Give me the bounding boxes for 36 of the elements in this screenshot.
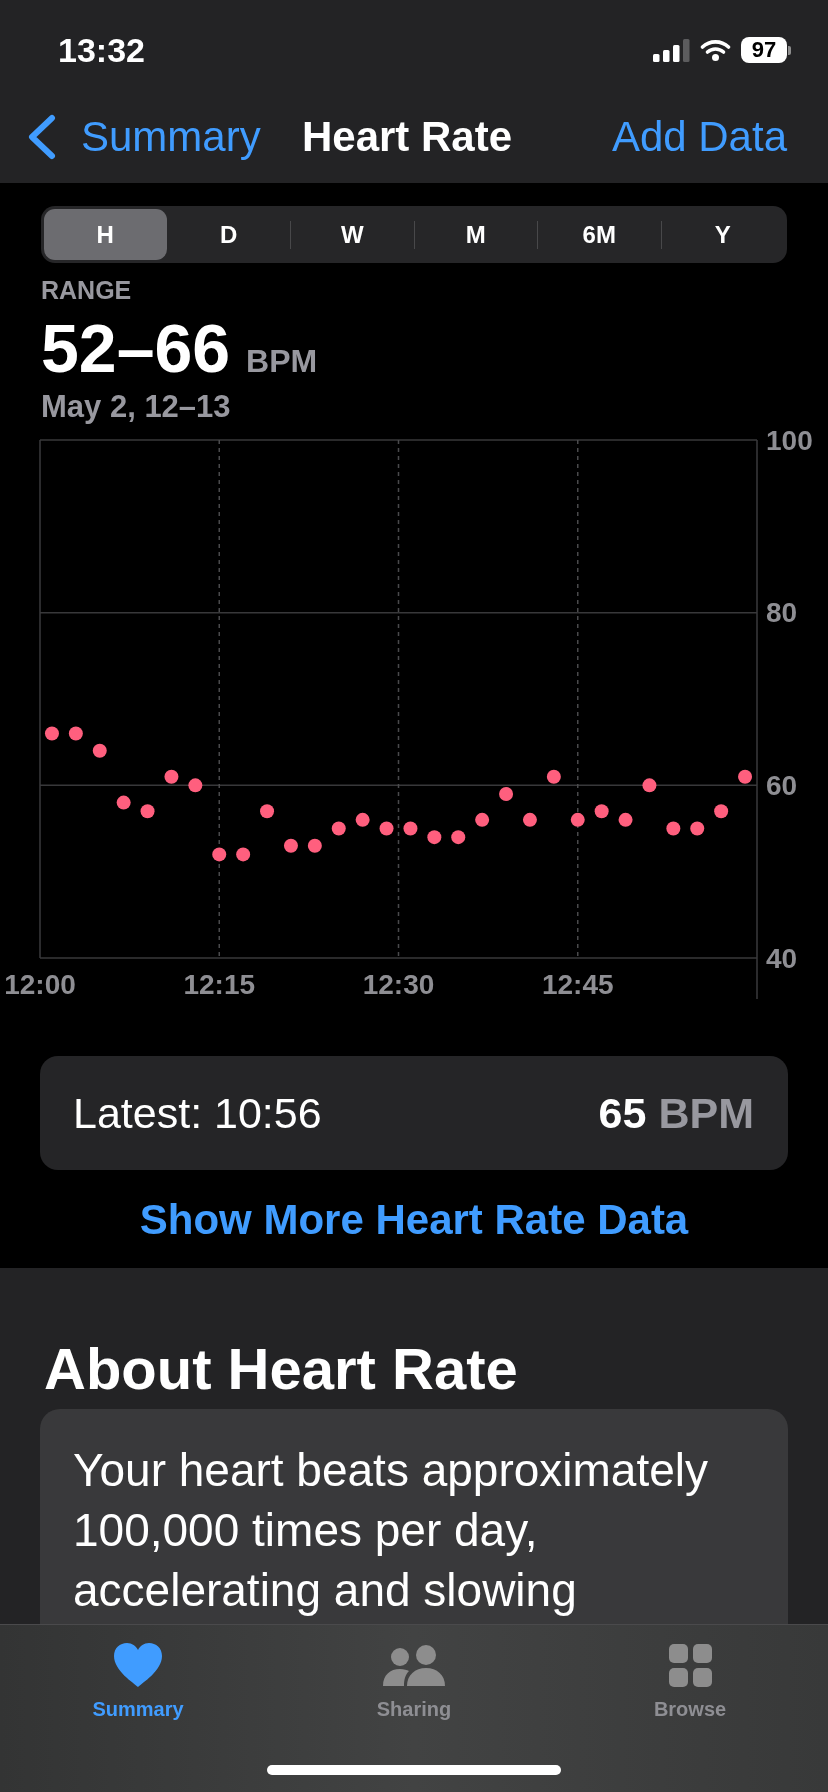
wifi-icon xyxy=(700,39,731,61)
battery-indicator: 97 xyxy=(741,37,791,63)
y-axis-label: 100 xyxy=(766,425,813,456)
tab-item[interactable]: Summary xyxy=(0,1642,276,1719)
segment-tab[interactable]: D xyxy=(167,209,290,260)
y-axis-label: 60 xyxy=(766,769,798,801)
page-title: Heart Rate xyxy=(301,116,513,158)
chevron-left-icon xyxy=(27,114,56,160)
latest-time: Latest: 10:56 xyxy=(73,1091,322,1135)
add-data-button[interactable]: Add Data xyxy=(611,116,787,158)
unit-label: BPM xyxy=(246,345,318,377)
signal-icon xyxy=(653,38,690,62)
segment-tab[interactable]: H xyxy=(44,209,167,260)
latest-value: 65 xyxy=(598,1091,647,1135)
back-button[interactable]: Summary xyxy=(27,114,261,160)
y-axis-label: 80 xyxy=(766,597,798,629)
segment-tab[interactable]: 6M xyxy=(538,209,661,260)
segment-tab[interactable]: Y xyxy=(661,209,784,260)
segment-tab[interactable]: M xyxy=(414,209,537,260)
about-text: Your heart beats approximately 100,000 times per day, accelerating and slowing xyxy=(73,1443,709,1618)
people-icon xyxy=(383,1644,445,1686)
range-value: 52–66 xyxy=(41,314,231,382)
x-axis-label: 12:45 xyxy=(541,969,614,1000)
unit-label: BPM xyxy=(658,1091,754,1135)
heart-icon xyxy=(114,1643,162,1687)
show-more-link[interactable]: Show More Heart Rate Data xyxy=(139,1199,689,1241)
x-axis-label: 12:15 xyxy=(183,969,256,1000)
grid-icon xyxy=(668,1643,712,1687)
status-time: 13:32 xyxy=(58,33,145,67)
x-axis-label: 12:00 xyxy=(4,969,76,1000)
y-axis-label: 40 xyxy=(766,942,798,974)
segment-tab[interactable]: W xyxy=(291,209,414,260)
x-axis-label: 12:30 xyxy=(362,969,435,1000)
section-title: About Heart Rate xyxy=(43,1340,519,1398)
date-range: May 2, 12–13 xyxy=(41,391,232,422)
range-label: RANGE xyxy=(41,278,133,303)
